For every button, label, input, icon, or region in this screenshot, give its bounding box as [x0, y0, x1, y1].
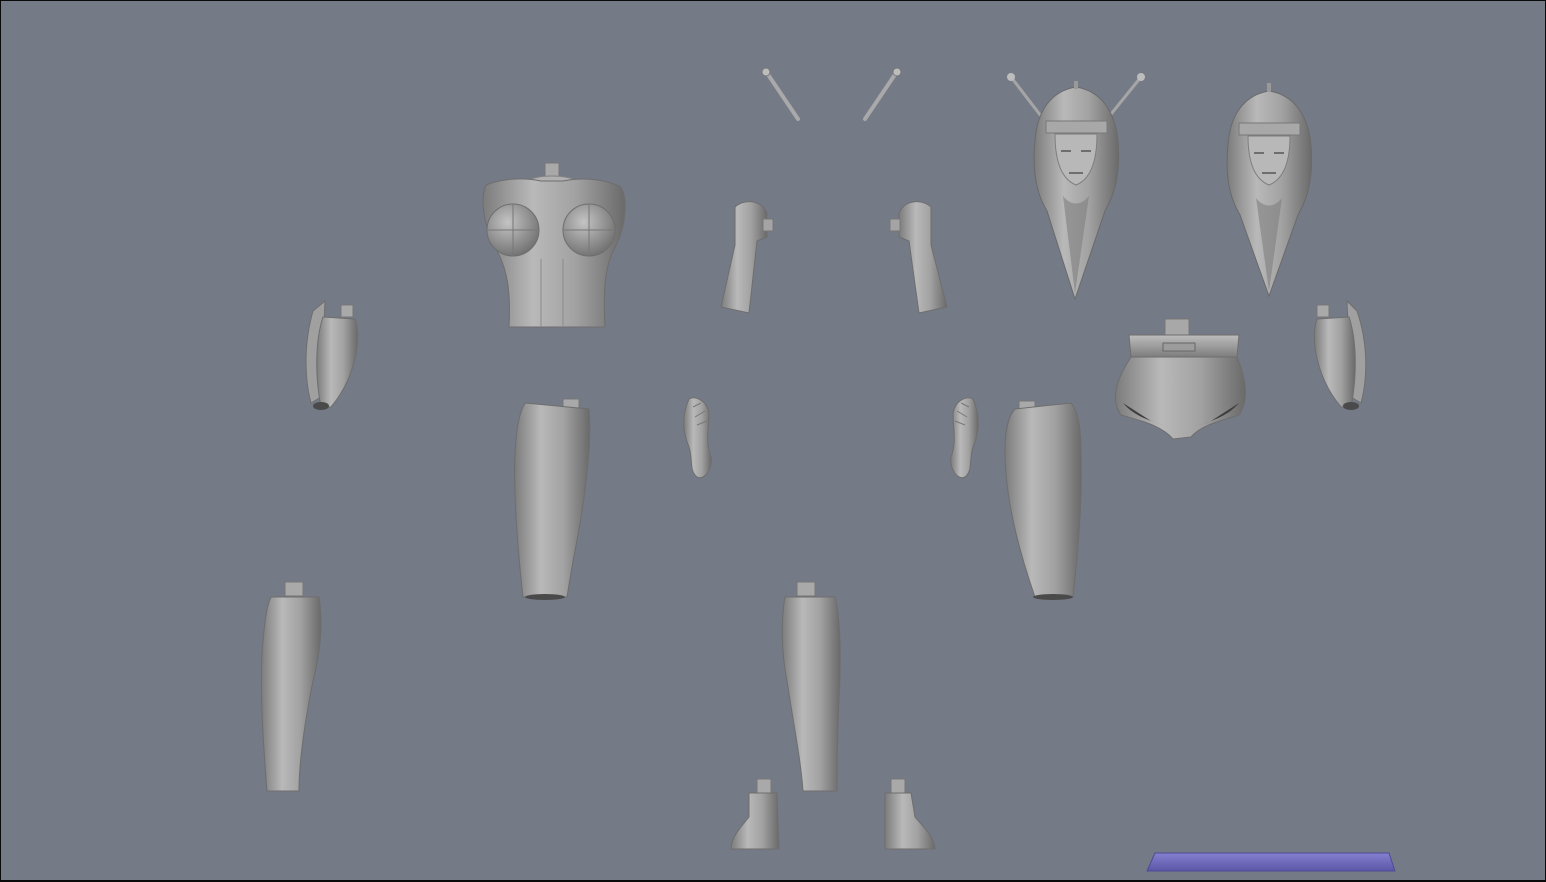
antenna-right[interactable] [863, 67, 902, 121]
head-plain[interactable] [1226, 83, 1313, 298]
3d-viewport[interactable] [1, 1, 1545, 880]
shin-right[interactable] [781, 581, 841, 792]
hand-left[interactable] [683, 397, 712, 479]
model-parts-scene[interactable] [1, 1, 1545, 880]
ground-plane [1146, 852, 1396, 872]
foot-left[interactable] [730, 778, 780, 850]
thigh-left[interactable] [514, 398, 591, 600]
head-with-antennae[interactable] [1007, 73, 1145, 301]
foot-right[interactable] [884, 778, 936, 850]
hip-piece[interactable] [1115, 318, 1246, 440]
hand-right[interactable] [950, 397, 979, 479]
forearm-right[interactable] [1313, 299, 1367, 410]
antenna-left[interactable] [761, 67, 800, 121]
torso[interactable] [482, 162, 626, 328]
forearm-left[interactable] [305, 299, 359, 410]
shin-left[interactable] [260, 581, 322, 792]
upper-arm-right[interactable] [889, 201, 948, 314]
thigh-right[interactable] [1004, 400, 1082, 600]
upper-arm-left[interactable] [720, 201, 774, 314]
